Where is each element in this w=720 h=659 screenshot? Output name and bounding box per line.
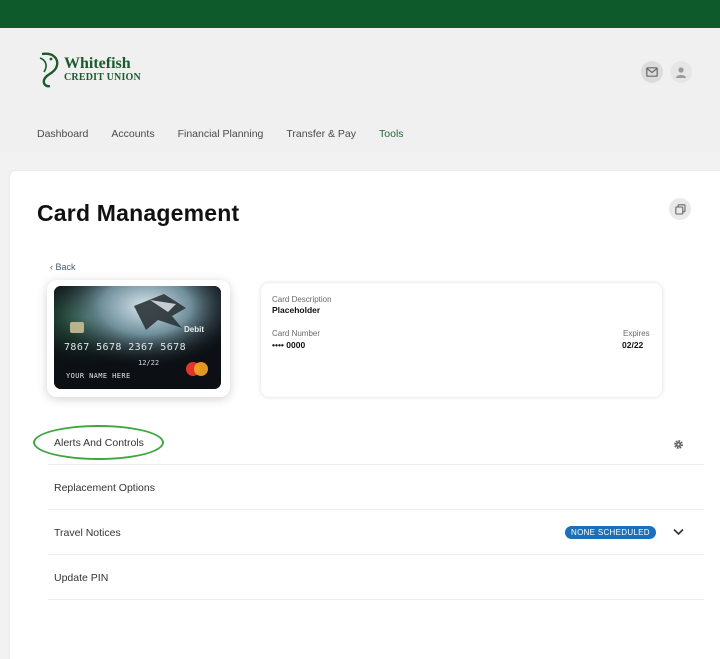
nav-transfer-pay[interactable]: Transfer & Pay (286, 128, 356, 140)
chevron-down-icon[interactable] (673, 528, 684, 536)
expires-value: 02/22 (622, 340, 644, 350)
nav-dashboard[interactable]: Dashboard (37, 128, 88, 140)
option-label: Update PIN (54, 572, 109, 584)
logo[interactable]: Whitefish CREDIT UNION (36, 50, 141, 90)
status-badge: NONE SCHEDULED (565, 526, 656, 539)
top-bar (0, 0, 720, 28)
copy-button[interactable] (669, 198, 691, 220)
card-chip (70, 322, 84, 333)
mastercard-icon (186, 362, 208, 376)
card-description-label: Card Description (272, 295, 332, 304)
debit-card-image: Debit 7867 5678 2367 5678 12/22 YOUR NAM… (54, 286, 221, 389)
back-label: Back (55, 262, 76, 272)
card-image-number: 7867 5678 2367 5678 (64, 342, 186, 353)
card-number-label: Card Number (272, 329, 321, 338)
page-title: Card Management (37, 200, 240, 226)
expires-label: Expires (623, 329, 650, 338)
card-description-value: Placeholder (272, 305, 321, 315)
logo-name: Whitefish (64, 55, 131, 72)
nav-accounts[interactable]: Accounts (111, 128, 154, 140)
card-network-label: Debit (184, 325, 204, 334)
option-label: Replacement Options (54, 482, 155, 494)
option-replacement-options[interactable]: Replacement Options (48, 465, 704, 510)
card-number-value: •••• 0000 (272, 340, 306, 350)
highlight-annotation (33, 425, 164, 460)
option-update-pin[interactable]: Update PIN (48, 555, 704, 600)
nav-financial-planning[interactable]: Financial Planning (178, 128, 264, 140)
card-image-holder: YOUR NAME HERE (66, 372, 131, 380)
fish-logo-icon (39, 52, 59, 88)
profile-button[interactable] (670, 61, 692, 83)
card-image-expiry: 12/22 (138, 359, 160, 367)
user-icon (676, 67, 686, 78)
copy-icon (674, 203, 686, 215)
back-link[interactable]: ‹ Back (50, 262, 76, 272)
nav-tools[interactable]: Tools (379, 128, 404, 140)
main-nav: Dashboard Accounts Financial Planning Tr… (37, 128, 427, 140)
option-label: Travel Notices (54, 527, 121, 539)
mail-button[interactable] (641, 61, 663, 83)
logo-subtitle: CREDIT UNION (64, 72, 141, 83)
mail-icon (646, 67, 658, 77)
card-details-box: Card Description Placeholder Card Number… (261, 283, 662, 397)
gear-icon[interactable] (673, 439, 684, 450)
